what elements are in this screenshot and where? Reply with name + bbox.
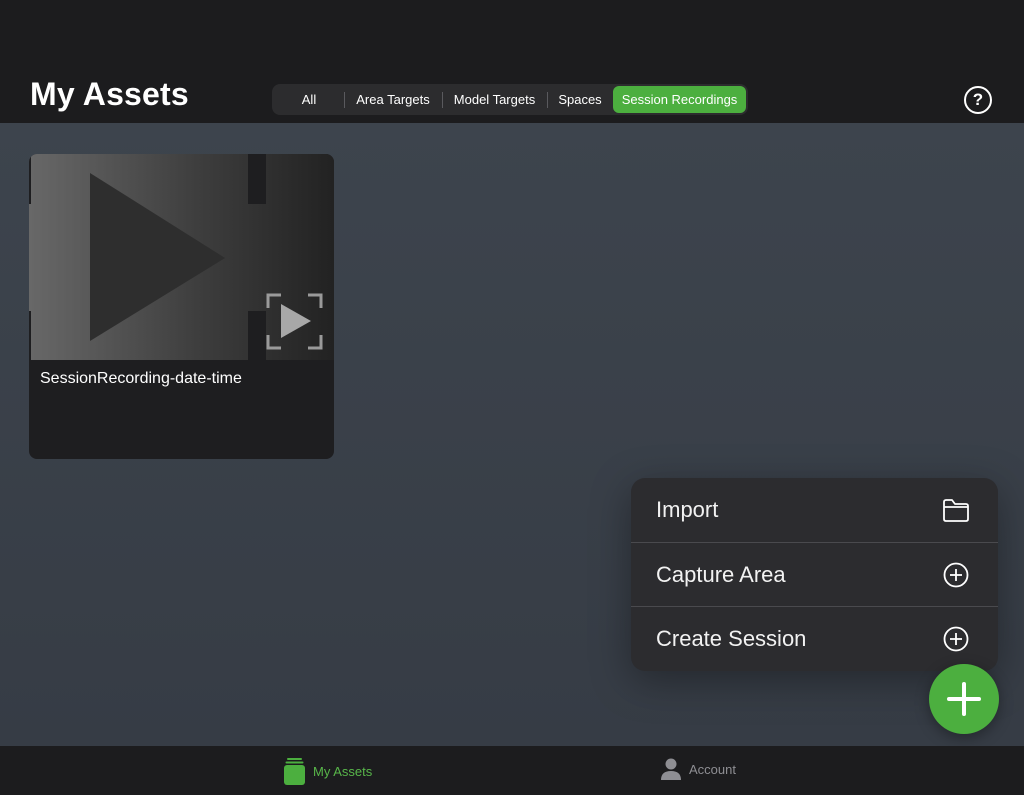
menu-item-create-session[interactable]: Create Session bbox=[631, 606, 998, 670]
menu-item-label: Create Session bbox=[656, 625, 807, 651]
menu-item-capture-area[interactable]: Capture Area bbox=[631, 542, 998, 606]
menu-item-label: Capture Area bbox=[656, 561, 786, 587]
session-recording-icon bbox=[29, 154, 323, 360]
tab-spaces[interactable]: Spaces bbox=[547, 86, 613, 113]
menu-item-import[interactable]: Import bbox=[631, 478, 998, 542]
help-icon: ? bbox=[972, 90, 984, 109]
tab-all[interactable]: All bbox=[274, 86, 344, 113]
person-icon bbox=[661, 758, 681, 780]
tab-area-targets[interactable]: Area Targets bbox=[344, 86, 442, 113]
tab-bar-label: Account bbox=[689, 761, 736, 777]
bottom-tab-bar: My Assets Account bbox=[0, 746, 1024, 795]
page-title: My Assets bbox=[30, 76, 189, 112]
asset-card[interactable]: SessionRecording-date-time bbox=[29, 154, 334, 459]
tab-model-targets[interactable]: Model Targets bbox=[442, 86, 547, 113]
asset-thumbnail bbox=[29, 154, 334, 360]
tab-bar-label: My Assets bbox=[313, 764, 373, 779]
plus-icon bbox=[947, 682, 981, 716]
add-asset-menu: Import Capture Area Create Session bbox=[631, 478, 998, 671]
assets-icon bbox=[284, 758, 305, 785]
asset-filter-segmented-control: All Area Targets Model Targets Spaces Se… bbox=[272, 84, 748, 115]
menu-item-label: Import bbox=[656, 497, 719, 522]
header: My Assets All Area Targets Model Targets… bbox=[0, 0, 1024, 123]
tab-bar-item-account[interactable]: Account bbox=[661, 758, 736, 780]
plus-circle-icon bbox=[943, 626, 969, 652]
folder-icon bbox=[943, 499, 969, 522]
tab-bar-item-my-assets[interactable]: My Assets bbox=[284, 758, 372, 785]
asset-card-title: SessionRecording-date-time bbox=[40, 370, 242, 387]
add-button[interactable] bbox=[929, 664, 999, 734]
help-button[interactable]: ? bbox=[964, 86, 992, 114]
plus-circle-icon bbox=[943, 562, 969, 588]
tab-session-recordings[interactable]: Session Recordings bbox=[613, 86, 746, 113]
